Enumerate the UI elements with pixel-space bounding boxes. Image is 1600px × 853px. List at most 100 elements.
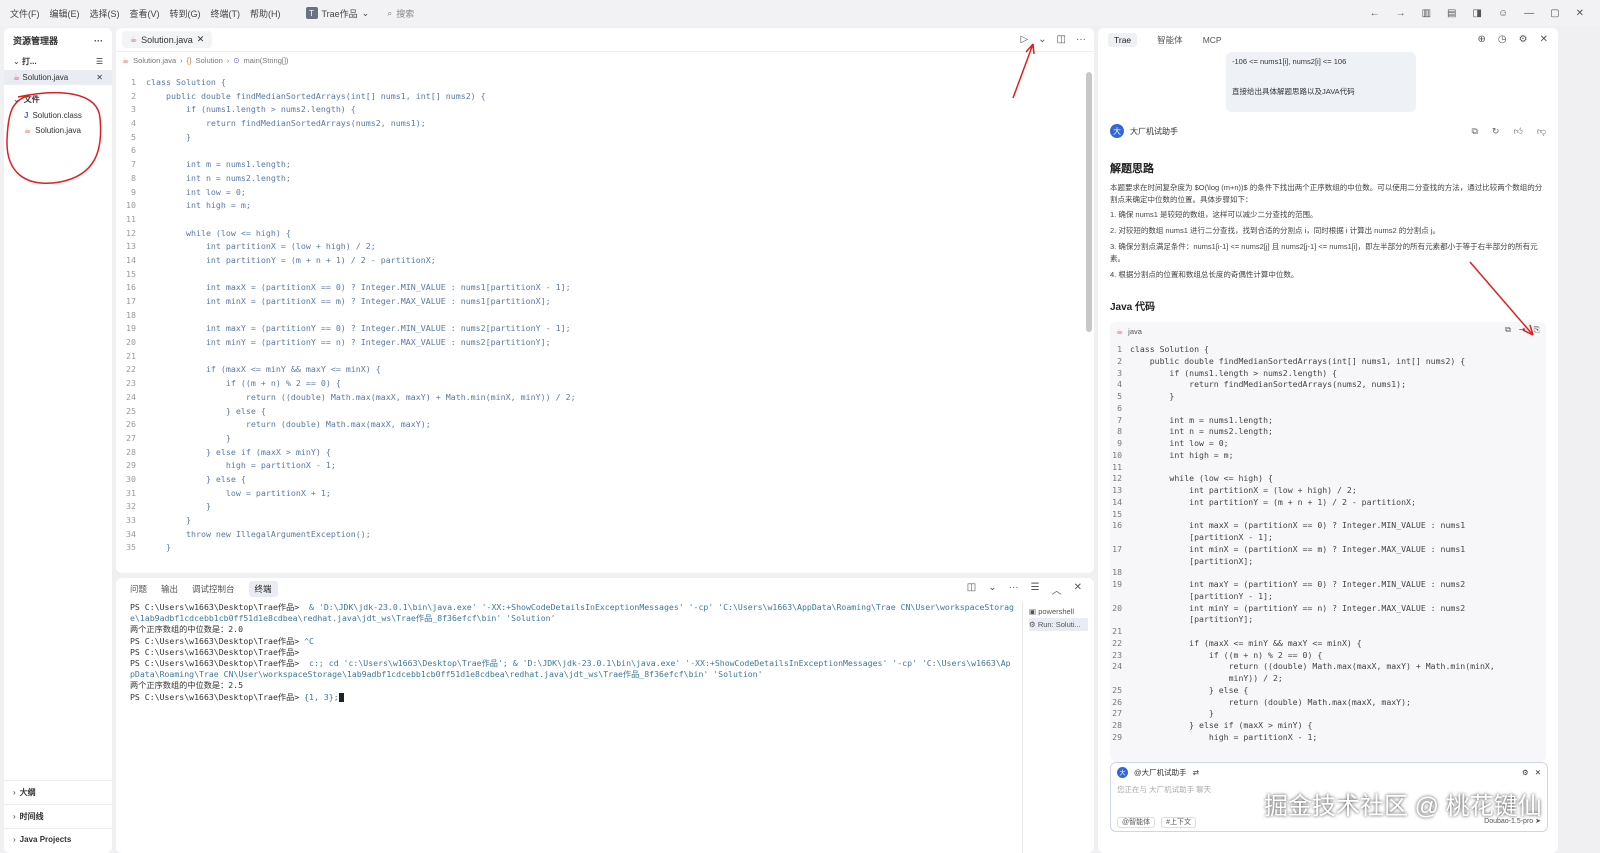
layout-icon[interactable]: ◫ xyxy=(967,582,976,597)
file-item[interactable]: J Solution.class xyxy=(4,108,112,123)
line-number: 25 xyxy=(1112,684,1122,695)
gear-icon[interactable]: ⚙ xyxy=(1519,34,1528,45)
run-icon[interactable]: ▷ xyxy=(1020,34,1028,45)
code-line: [partitionX]; xyxy=(1110,556,1546,568)
tab-mcp[interactable]: MCP xyxy=(1203,35,1222,45)
menu-item[interactable]: 查看(V) xyxy=(125,7,165,20)
terminal-output[interactable]: PS C:\Users\w1663\Desktop\Trae作品> & 'D:\… xyxy=(130,602,1015,703)
menu-item[interactable]: 转到(G) xyxy=(165,7,206,20)
terminal-label: Run: Soluti... xyxy=(1037,620,1081,629)
back-icon[interactable]: ← xyxy=(1370,8,1380,19)
copy-icon[interactable]: ⧉ xyxy=(1471,126,1477,137)
terminal-item[interactable]: ▣ powershell xyxy=(1029,605,1088,618)
java-projects-section[interactable]: › Java Projects xyxy=(4,828,112,850)
toggle-sidebar-icon[interactable]: ▥ xyxy=(1422,8,1431,19)
close-icon[interactable]: ✕ xyxy=(96,73,103,82)
editor-scrollbar[interactable] xyxy=(1086,72,1092,332)
terminal-line: PS C:\Users\w1663\Desktop\Trae作品> ^C xyxy=(130,636,1015,647)
apply-icon[interactable]: ⎘ xyxy=(1534,325,1540,335)
code-line: 19 int maxY = (partitionY == 0) ? Intege… xyxy=(1110,579,1546,591)
code-line: 7 int m = nums1.length; xyxy=(1110,415,1546,427)
gear-icon[interactable]: ⚙ xyxy=(1522,768,1529,777)
thumbs-up-icon[interactable]: 👍︎ xyxy=(1513,126,1522,137)
menu-item[interactable]: 文件(F) xyxy=(5,7,45,20)
terminal-line: 两个正序数组的中位数是：2.5 xyxy=(130,680,1015,691)
line-number: 26 xyxy=(126,419,136,430)
outline-section[interactable]: › 大纲 xyxy=(4,780,112,804)
code-line: [partitionY]; xyxy=(1110,614,1546,626)
copy-icon[interactable]: ⧉ xyxy=(1505,325,1511,335)
terminal-item[interactable]: ⚙ Run: Soluti... xyxy=(1029,618,1088,631)
toggle-chat-icon[interactable]: ◨ xyxy=(1472,8,1481,19)
timeline-section[interactable]: › 时间线 xyxy=(4,804,112,828)
close-icon[interactable]: ✕ xyxy=(1074,582,1082,597)
open-editor-item[interactable]: ☕ Solution.java ✕ xyxy=(4,70,112,85)
regenerate-icon[interactable]: ↻ xyxy=(1492,126,1500,137)
breadcrumb: ☕ Solution.java › {} Solution › ⊙ main(S… xyxy=(116,52,1094,68)
line-number: 19 xyxy=(126,323,136,334)
editor-tabbar: ☕ Solution.java ✕ xyxy=(116,28,1094,52)
chevron-down-icon[interactable]: ⌄ xyxy=(988,582,996,597)
line-number: 27 xyxy=(1112,708,1122,719)
close-icon[interactable]: ✕ xyxy=(1576,8,1584,19)
editor-tab[interactable]: ☕ Solution.java ✕ xyxy=(122,31,213,48)
code-line: minY)) / 2; xyxy=(1110,673,1546,685)
breadcrumb-item[interactable]: Solution.java xyxy=(133,56,176,65)
new-chat-icon[interactable]: ⊕ xyxy=(1478,34,1486,45)
more-icon[interactable]: ··· xyxy=(94,36,103,46)
tab-agents[interactable]: 智能体 xyxy=(1157,34,1183,46)
chevron-down-icon[interactable]: ⌄ xyxy=(1038,34,1046,45)
insert-icon[interactable]: ⇥ xyxy=(1519,325,1526,335)
chevron-down-icon: ⌄ xyxy=(361,7,370,18)
workspace-switcher[interactable]: T Trae作品 ⌄ xyxy=(300,5,376,22)
breadcrumb-item[interactable]: main(String[]) xyxy=(244,56,289,65)
folder-section[interactable]: ⌄ 文件 xyxy=(4,91,112,108)
terminal-prompt: PS C:\Users\w1663\Desktop\Trae作品> xyxy=(130,691,305,702)
split-editor-icon[interactable]: ◫ xyxy=(1057,34,1066,45)
bottom-panel: 问题 输出 调试控制台 终端 ◫ ⌄ ··· ☰ ︿ ✕ PS C:\Users… xyxy=(116,578,1094,853)
file-item[interactable]: ☕ Solution.java xyxy=(4,123,112,138)
tab-problems[interactable]: 问题 xyxy=(130,583,147,595)
menu-item[interactable]: 终端(T) xyxy=(206,7,246,20)
agent-chip[interactable]: @智能体 xyxy=(1117,817,1156,828)
maximize-icon[interactable]: ▢ xyxy=(1550,8,1559,19)
close-icon[interactable]: ✕ xyxy=(1540,34,1548,45)
history-icon[interactable]: ◷ xyxy=(1498,34,1507,45)
line-code: } xyxy=(1130,708,1214,719)
line-number: 3 xyxy=(1117,367,1122,378)
account-icon[interactable]: ☺ xyxy=(1498,8,1508,19)
close-icon[interactable]: ✕ xyxy=(197,34,205,45)
maximize-panel-icon[interactable]: ︿ xyxy=(1052,582,1062,597)
terminal-list: ▣ powershell ⚙ Run: Soluti... xyxy=(1022,602,1094,853)
panel-tabs: 问题 输出 调试控制台 终端 xyxy=(116,578,1094,600)
tab-trae[interactable]: Trae xyxy=(1108,33,1138,47)
context-chip[interactable]: #上下文 xyxy=(1161,817,1196,828)
tab-output[interactable]: 输出 xyxy=(161,583,178,595)
agent-switch-icon[interactable]: ⇄ xyxy=(1193,768,1199,777)
tab-terminal[interactable]: 终端 xyxy=(248,581,278,597)
close-icon[interactable]: ✕ xyxy=(1535,768,1541,777)
more-icon[interactable]: ··· xyxy=(1076,34,1086,45)
menu-item[interactable]: 编辑(E) xyxy=(45,7,85,20)
breadcrumb-item[interactable]: Solution xyxy=(196,56,223,65)
thumbs-down-icon[interactable]: 👎︎ xyxy=(1537,126,1546,137)
code-block-lines[interactable]: 1 class Solution {2 public double findMed… xyxy=(1110,340,1546,744)
minimize-icon[interactable]: — xyxy=(1524,8,1534,19)
terminal-prompt: 两个正序数组的中位数是：2.5 xyxy=(130,680,244,691)
code-line: 2 public double findMedianSortedArrays(i… xyxy=(116,90,1091,104)
terminal-cursor xyxy=(338,692,344,702)
list-icon[interactable]: ☰ xyxy=(1031,582,1040,597)
code-lines[interactable]: 1 class Solution {2 public double findMed… xyxy=(116,76,1091,555)
agent-mention: @大厂机试助手 xyxy=(1134,768,1187,777)
search-input[interactable]: ⌕ 搜索 xyxy=(387,7,414,20)
toggle-panel-icon[interactable]: ▤ xyxy=(1447,8,1456,19)
open-editors-section[interactable]: ⌄ 打... ☰ xyxy=(4,53,112,70)
more-icon[interactable]: ··· xyxy=(1009,582,1019,597)
layout-icon[interactable]: ☰ xyxy=(96,57,103,66)
menu-item[interactable]: 选择(S) xyxy=(85,7,125,20)
tab-debug-console[interactable]: 调试控制台 xyxy=(192,583,235,595)
line-number: 20 xyxy=(126,337,136,348)
forward-icon[interactable]: → xyxy=(1396,8,1406,19)
menu-item[interactable]: 帮助(H) xyxy=(245,7,286,20)
search-placeholder: 搜索 xyxy=(396,8,415,19)
